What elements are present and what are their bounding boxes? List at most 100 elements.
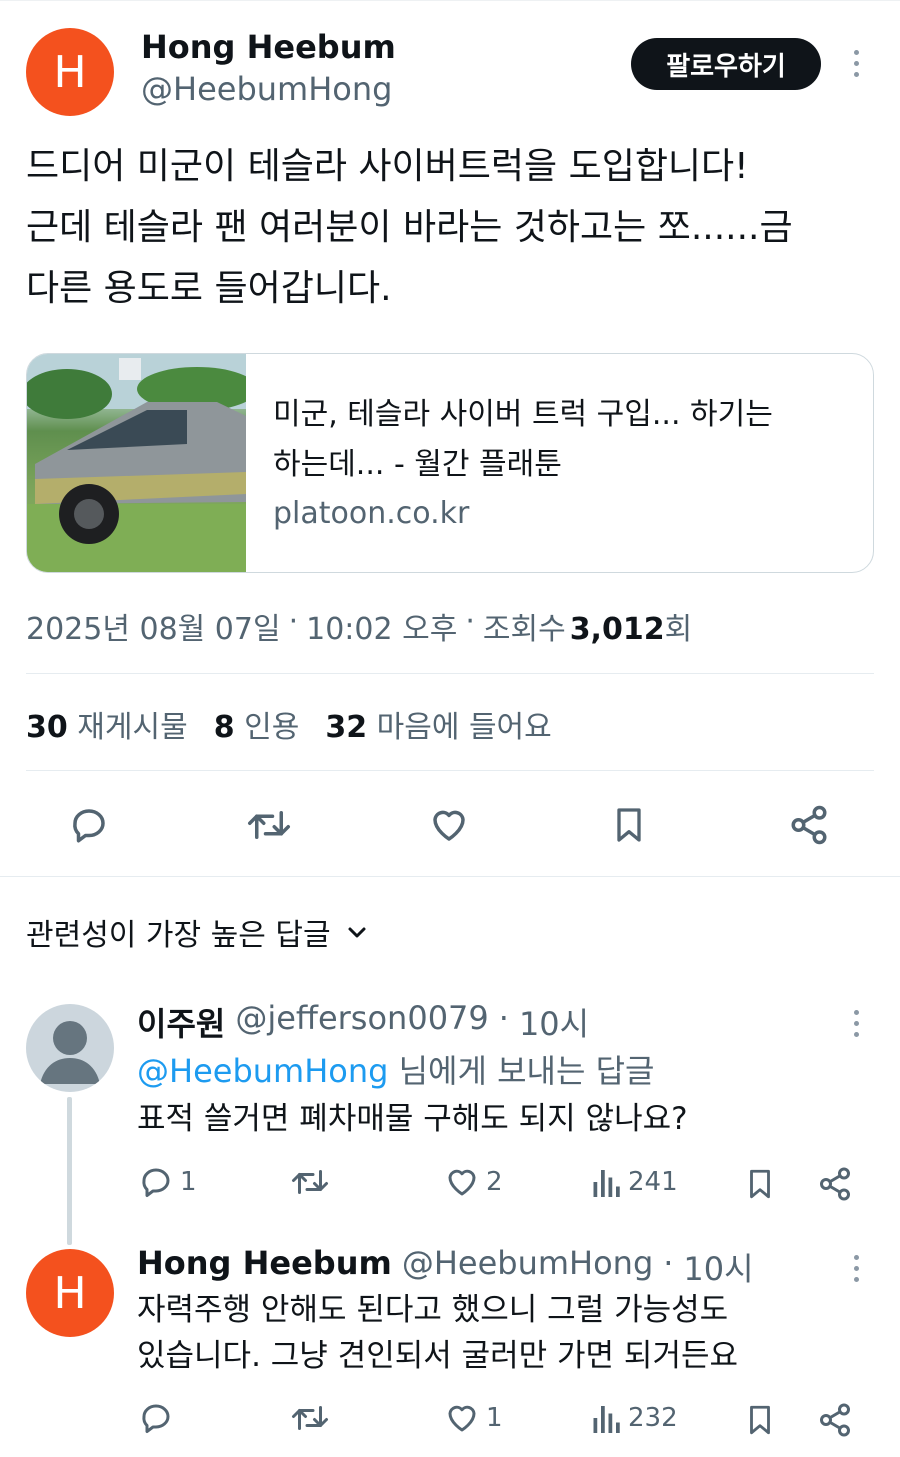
reply-reply-button[interactable] bbox=[138, 1400, 180, 1436]
author-avatar[interactable]: H bbox=[26, 28, 114, 116]
views-chart-icon bbox=[593, 1406, 620, 1433]
reply-views-button[interactable]: 232 bbox=[592, 1400, 678, 1436]
reply-text-line: 있습니다. 그냥 견인되서 굴러만 가면 되거든요 bbox=[137, 1338, 739, 1374]
reply-icon bbox=[142, 1168, 170, 1197]
reply-bookmark-button[interactable] bbox=[742, 1164, 778, 1204]
view-count: 232 bbox=[628, 1403, 678, 1433]
tweet-text: 드디어 미군이 테슬라 사이버트럭을 도입합니다! 근데 테슬라 팬 여러분이 … bbox=[26, 136, 793, 319]
reply-views-button[interactable]: 241 bbox=[592, 1164, 678, 1200]
reply-share-button[interactable] bbox=[816, 1400, 854, 1440]
likes-stat[interactable]: 32 마음에 들어요 bbox=[325, 702, 551, 746]
like-count: 2 bbox=[486, 1167, 503, 1197]
bookmark-button[interactable] bbox=[604, 800, 654, 850]
reply-icon bbox=[142, 1404, 170, 1433]
author-display-name[interactable]: Hong Heebum bbox=[141, 28, 396, 66]
avatar-letter: H bbox=[53, 1267, 87, 1319]
like-button[interactable] bbox=[424, 800, 474, 850]
views-count: 3,012 bbox=[569, 612, 665, 647]
tweet-time[interactable]: 10:02 오후 bbox=[306, 604, 457, 648]
reply-author-avatar[interactable]: H bbox=[26, 1249, 114, 1337]
quotes-label: 인용 bbox=[244, 710, 300, 745]
chevron-down-icon bbox=[348, 927, 366, 938]
reposts-label: 재게시물 bbox=[77, 710, 188, 745]
tweet-text-line: 근데 테슬라 팬 여러분이 바라는 것하고는 쪼......금 bbox=[26, 207, 793, 248]
share-icon bbox=[820, 1403, 850, 1437]
link-card-thumbnail bbox=[27, 354, 246, 572]
replying-to-suffix: 님에게 보내는 답글 bbox=[398, 1052, 655, 1090]
reply-text: 표적 쓸거면 폐차매물 구해도 되지 않나요? bbox=[137, 1096, 688, 1142]
reply-time[interactable]: 10시 bbox=[519, 999, 589, 1045]
stats-divider bbox=[26, 770, 874, 771]
top-divider bbox=[0, 0, 900, 1]
reply-display-name[interactable]: Hong Heebum bbox=[137, 1244, 392, 1290]
reposts-stat[interactable]: 30 재게시물 bbox=[26, 702, 188, 746]
reply-like-button[interactable]: 2 bbox=[444, 1164, 503, 1200]
actions-divider bbox=[0, 876, 900, 877]
repost-icon bbox=[248, 811, 290, 839]
bookmark-icon bbox=[617, 808, 641, 842]
avatar-letter: H bbox=[53, 46, 87, 98]
reply-time[interactable]: 10시 bbox=[683, 1244, 753, 1290]
reply-handle[interactable]: @jefferson0079 bbox=[235, 999, 488, 1045]
reposts-count: 30 bbox=[26, 710, 68, 745]
tweet-meta: 2025년 08월 07일 · 10:02 오후 · 조회수 3,012회 bbox=[26, 604, 692, 648]
views-chart-icon bbox=[593, 1170, 620, 1197]
reply-share-button[interactable] bbox=[816, 1164, 854, 1204]
follow-button-label: 팔로우하기 bbox=[666, 51, 786, 82]
follow-button[interactable]: 팔로우하기 bbox=[631, 38, 821, 90]
reply-text-line: 표적 쓸거면 폐차매물 구해도 되지 않나요? bbox=[137, 1101, 688, 1137]
reply-like-button[interactable]: 1 bbox=[444, 1400, 503, 1436]
reply-avatar-default[interactable] bbox=[26, 1004, 114, 1092]
author-handle[interactable]: @HeebumHong bbox=[141, 70, 392, 108]
reply-button[interactable] bbox=[64, 800, 114, 850]
replies-sort-dropdown[interactable]: 관련성이 가장 높은 답글 bbox=[26, 910, 369, 954]
meta-separator: · bbox=[288, 604, 299, 639]
tweet-text-line: 드디어 미군이 테슬라 사이버트럭을 도입합니다! bbox=[26, 146, 749, 187]
heart-icon bbox=[433, 810, 465, 841]
heart-icon bbox=[448, 1405, 476, 1432]
tweet-stats: 30 재게시물 8 인용 32 마음에 들어요 bbox=[26, 702, 552, 746]
reply-display-name[interactable]: 이주원 bbox=[137, 999, 225, 1045]
bookmark-icon bbox=[750, 1405, 770, 1435]
views-suffix: 회 bbox=[664, 612, 693, 647]
quotes-stat[interactable]: 8 인용 bbox=[214, 702, 300, 746]
repost-icon bbox=[292, 1406, 328, 1430]
reply-header: Hong Heebum @HeebumHong · 10시 bbox=[137, 1244, 754, 1290]
link-card-title: 미군, 테슬라 사이버 트럭 구입... 하기는 하는데... - 월간 플래툰 bbox=[273, 390, 773, 490]
tweet-date[interactable]: 2025년 08월 07일 bbox=[26, 604, 281, 648]
views-prefix: 조회수 bbox=[482, 612, 566, 647]
link-card-title-line: 미군, 테슬라 사이버 트럭 구입... 하기는 bbox=[273, 397, 773, 432]
share-icon bbox=[791, 805, 827, 845]
link-card-domain: platoon.co.kr bbox=[273, 496, 470, 531]
reply-separator: · bbox=[663, 1244, 674, 1282]
repost-button[interactable] bbox=[244, 800, 294, 850]
replying-to-handle[interactable]: @HeebumHong bbox=[137, 1052, 388, 1090]
reply-text: 자력주행 안해도 된다고 했으니 그럴 가능성도 있습니다. 그냥 견인되서 굴… bbox=[137, 1287, 738, 1379]
view-count: 241 bbox=[628, 1167, 678, 1197]
replies-sort-label: 관련성이 가장 높은 답글 bbox=[26, 918, 331, 953]
reply-handle[interactable]: @HeebumHong bbox=[402, 1244, 653, 1290]
reply-more-options-icon[interactable] bbox=[846, 1255, 866, 1282]
share-icon bbox=[820, 1167, 850, 1201]
likes-label: 마음에 들어요 bbox=[376, 710, 552, 745]
replying-to: @HeebumHong 님에게 보내는 답글 bbox=[137, 1046, 654, 1092]
heart-icon bbox=[448, 1169, 476, 1196]
repost-icon bbox=[292, 1170, 328, 1194]
reply-icon bbox=[73, 809, 105, 843]
reply-count: 1 bbox=[180, 1167, 197, 1197]
meta-divider bbox=[26, 673, 874, 674]
more-options-icon[interactable] bbox=[846, 50, 866, 77]
link-card[interactable]: 미군, 테슬라 사이버 트럭 구입... 하기는 하는데... - 월간 플래툰… bbox=[26, 353, 874, 573]
reply-header: 이주원 @jefferson0079 · 10시 bbox=[137, 999, 589, 1045]
reply-repost-button[interactable] bbox=[290, 1400, 336, 1436]
reply-more-options-icon[interactable] bbox=[846, 1010, 866, 1037]
like-count: 1 bbox=[486, 1403, 503, 1433]
cybertruck-image bbox=[27, 354, 246, 572]
share-button[interactable] bbox=[784, 800, 834, 850]
reply-repost-button[interactable] bbox=[290, 1164, 336, 1200]
tweet-text-line: 다른 용도로 들어갑니다. bbox=[26, 268, 392, 309]
default-avatar-icon bbox=[40, 1021, 100, 1084]
reply-bookmark-button[interactable] bbox=[742, 1400, 778, 1440]
reply-reply-button[interactable]: 1 bbox=[138, 1164, 197, 1200]
bookmark-icon bbox=[750, 1169, 770, 1199]
